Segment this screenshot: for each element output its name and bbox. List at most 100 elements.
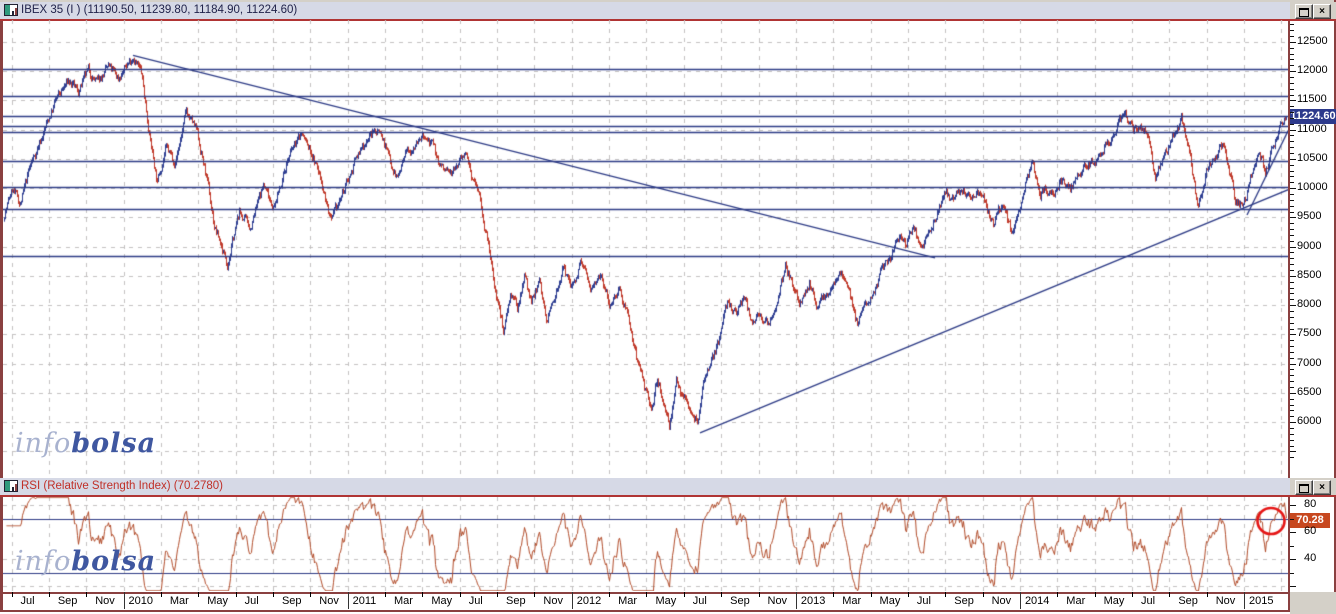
rsi-axis-label: 60 bbox=[1304, 525, 1317, 537]
x-axis-label: Mar bbox=[1066, 595, 1086, 607]
price-axis-tick bbox=[1290, 387, 1294, 389]
price-axis-label: 10000 bbox=[1297, 181, 1328, 194]
price-axis-tick bbox=[1290, 234, 1294, 236]
price-axis-tick bbox=[1290, 363, 1296, 365]
price-axis-label: 7000 bbox=[1297, 356, 1322, 369]
price-axis-tick bbox=[1290, 422, 1296, 424]
price-axis-tick bbox=[1290, 240, 1294, 242]
price-axis-tick bbox=[1290, 188, 1296, 190]
x-axis-bottom-border bbox=[0, 610, 1290, 612]
x-axis-label: Mar bbox=[842, 595, 862, 607]
price-axis-label: 7500 bbox=[1297, 327, 1322, 340]
price-axis-tick bbox=[1290, 334, 1296, 336]
rsi-pane-title: RSI (Relative Strength Index) (70.2780) bbox=[21, 480, 223, 492]
price-axis-label: 10500 bbox=[1297, 151, 1328, 164]
x-axis-label: Sep bbox=[730, 595, 750, 607]
x-axis-tick bbox=[758, 592, 760, 597]
x-axis-tick bbox=[160, 592, 162, 597]
x-axis-label: Jul bbox=[692, 595, 707, 607]
x-axis-label: Mar bbox=[394, 595, 413, 607]
price-axis-tick bbox=[1290, 316, 1294, 318]
rsi-axis-label: 80 bbox=[1304, 498, 1317, 510]
x-axis-label: Sep bbox=[954, 595, 974, 607]
price-axis-tick bbox=[1290, 30, 1294, 32]
x-axis-tick bbox=[1094, 592, 1096, 597]
price-axis-tick bbox=[1290, 369, 1294, 371]
price-axis-tick bbox=[1290, 281, 1294, 283]
rsi-axis-tick bbox=[1290, 518, 1294, 520]
x-axis-corner bbox=[1290, 592, 1336, 614]
price-axis-label: 12500 bbox=[1297, 34, 1328, 47]
rsi-axis-tick bbox=[1290, 505, 1296, 506]
price-axis-tick bbox=[1290, 76, 1294, 78]
x-axis-label: Jul bbox=[468, 595, 483, 607]
price-axis-label: 9500 bbox=[1297, 210, 1322, 223]
x-axis-label: 2011 bbox=[352, 595, 377, 607]
price-axis-tick bbox=[1290, 199, 1294, 201]
x-axis-label: Nov bbox=[991, 595, 1012, 607]
rsi-chart-canvas[interactable] bbox=[3, 497, 1288, 591]
close-button[interactable]: × bbox=[1313, 4, 1331, 19]
maximize-icon bbox=[1299, 7, 1309, 17]
x-axis-label: Sep bbox=[506, 595, 526, 607]
x-axis-tick bbox=[646, 592, 648, 597]
price-axis-tick bbox=[1290, 293, 1294, 295]
price-axis-tick bbox=[1290, 275, 1296, 277]
x-axis-tick bbox=[1132, 592, 1133, 597]
price-axis-tick bbox=[1290, 427, 1294, 429]
x-axis-label: Sep bbox=[1178, 595, 1198, 607]
x-axis-label: Jul bbox=[244, 595, 259, 607]
x-axis-label: Nov bbox=[1215, 595, 1236, 607]
x-axis-tick bbox=[945, 592, 947, 597]
price-axis-label: 8000 bbox=[1297, 298, 1322, 311]
x-axis-label: Nov bbox=[543, 595, 563, 607]
rsi-close-button[interactable]: × bbox=[1313, 480, 1331, 495]
x-axis-tick bbox=[795, 592, 797, 609]
x-axis-label: Jul bbox=[1141, 595, 1156, 607]
x-axis-label: Sep bbox=[281, 595, 302, 607]
price-axis-tick bbox=[1290, 112, 1294, 114]
price-axis-tick bbox=[1290, 252, 1294, 254]
x-axis-label: May bbox=[1103, 595, 1125, 607]
price-axis-tick bbox=[1290, 106, 1294, 108]
price-axis-tick bbox=[1290, 100, 1296, 102]
close-icon: × bbox=[1319, 481, 1325, 493]
x-axis-label: Mar bbox=[169, 595, 189, 607]
rsi-maximize-button[interactable] bbox=[1295, 480, 1313, 495]
price-axis-tick bbox=[1290, 398, 1294, 400]
x-axis-tick bbox=[571, 592, 573, 609]
rsi-pane-header: RSI (Relative Strength Index) (70.2780) bbox=[0, 478, 1290, 495]
price-axis-tick bbox=[1290, 381, 1294, 383]
price-axis-tick bbox=[1290, 310, 1294, 312]
price-axis-tick bbox=[1290, 141, 1294, 143]
price-axis-tick bbox=[1290, 433, 1294, 435]
price-axis-tick bbox=[1290, 451, 1296, 453]
x-axis-label: Nov bbox=[319, 595, 339, 607]
x-axis-tick bbox=[907, 592, 909, 597]
price-axis-tick bbox=[1290, 24, 1294, 26]
price-axis-label: 9000 bbox=[1297, 239, 1322, 252]
x-axis-tick bbox=[497, 592, 499, 597]
chart-window: IBEX 35 (I ) (11190.50, 11239.80, 11184.… bbox=[0, 0, 1336, 614]
price-axis-tick bbox=[1290, 123, 1294, 125]
price-axis-tick bbox=[1290, 322, 1294, 324]
x-axis-tick bbox=[534, 592, 536, 597]
chart-icon bbox=[4, 4, 18, 16]
price-axis-label: 6000 bbox=[1297, 415, 1322, 428]
x-axis-tick bbox=[1057, 592, 1059, 597]
x-axis-tick bbox=[385, 592, 386, 597]
price-axis-tick bbox=[1290, 357, 1294, 359]
x-axis-tick bbox=[721, 592, 723, 597]
x-axis-label: Nov bbox=[767, 595, 788, 607]
price-chart-canvas[interactable] bbox=[3, 20, 1288, 477]
x-axis-tick bbox=[347, 592, 349, 609]
maximize-button[interactable] bbox=[1295, 4, 1313, 19]
price-axis-tick bbox=[1290, 205, 1294, 207]
rsi-axis-tick bbox=[1290, 545, 1294, 547]
x-axis-tick bbox=[310, 592, 312, 597]
price-axis-tick bbox=[1290, 158, 1296, 160]
price-axis-tick bbox=[1290, 164, 1294, 166]
price-axis-tick bbox=[1290, 94, 1294, 96]
x-axis-tick bbox=[48, 592, 50, 597]
price-axis-tick bbox=[1290, 182, 1294, 184]
